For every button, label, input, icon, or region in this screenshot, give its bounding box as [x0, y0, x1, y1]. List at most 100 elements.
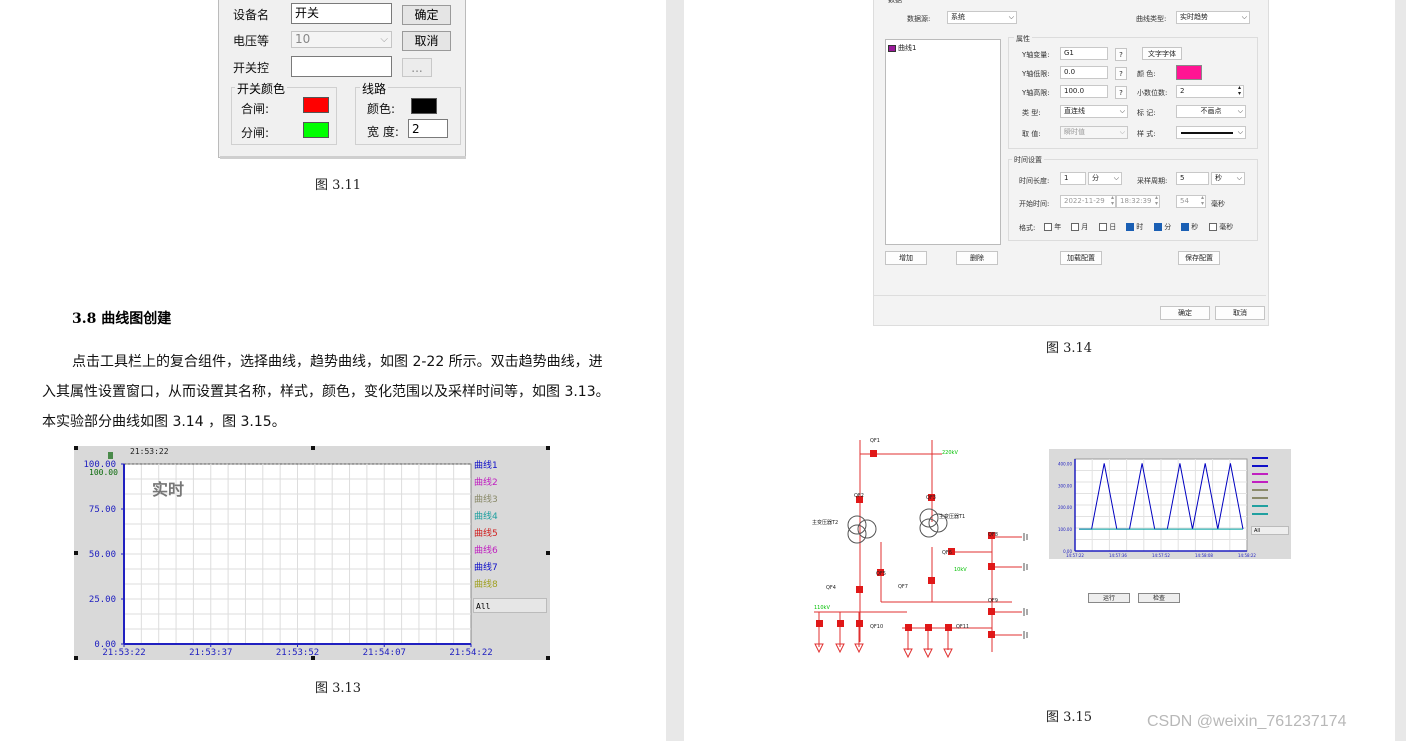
- curve-list[interactable]: 曲线1: [885, 39, 1001, 245]
- style-label: 样 式:: [1137, 130, 1156, 138]
- label-qf9: QF9: [988, 598, 998, 604]
- voltage-select[interactable]: 10 ⌵: [291, 31, 392, 48]
- open-color-swatch[interactable]: [303, 122, 329, 138]
- curve-type-select[interactable]: 实时趋势 ⌵: [1176, 11, 1250, 24]
- format-sec-checkbox[interactable]: 秒: [1181, 222, 1198, 232]
- type-select[interactable]: 直连线 ⌵: [1060, 105, 1128, 118]
- caption-3-13: 图 3.13: [315, 681, 362, 696]
- mini-legend-all-label: All: [1254, 528, 1261, 534]
- curve-list-item-label: 曲线1: [898, 44, 917, 52]
- curve-list-item[interactable]: 曲线1: [888, 43, 916, 53]
- run-button[interactable]: 运行: [1088, 593, 1130, 603]
- start-ms-input[interactable]: 54 ▴ ▾: [1176, 195, 1206, 208]
- mini-legend-swatch: [1252, 505, 1268, 507]
- take-value-label: 取 值:: [1022, 130, 1041, 138]
- line-style-select[interactable]: ⌵: [1176, 126, 1246, 139]
- y-low-input[interactable]: 0.0: [1060, 66, 1108, 79]
- paragraph-line-2: 入其属性设置窗口，从而设置其名称，样式，颜色，变化范围以及采样时间等，如图 3.…: [42, 384, 610, 400]
- y-low-help-button[interactable]: ?: [1115, 67, 1127, 80]
- label-qf10: QF10: [870, 624, 883, 630]
- chevron-down-icon: ⌵: [1113, 174, 1119, 182]
- data-source-select[interactable]: 系统 ⌵: [947, 11, 1017, 24]
- sample-unit-select[interactable]: 秒 ⌵: [1211, 172, 1245, 185]
- chevron-down-icon: ⌵: [1241, 13, 1247, 21]
- color-label: 颜 色:: [1137, 70, 1156, 78]
- label-qf11: QF11: [956, 624, 969, 630]
- start-date-input[interactable]: 2022-11-29 ▴ ▾: [1060, 195, 1116, 208]
- format-year-checkbox[interactable]: 年: [1044, 222, 1061, 232]
- mini-trend-chart-svg: 400.00300.00200.00100.000.0014:57:22 14:5…: [1058, 457, 1268, 558]
- format-min-checkbox[interactable]: 分: [1154, 222, 1171, 232]
- dialog-cancel-button[interactable]: 取消: [1215, 306, 1265, 320]
- legend-all-button[interactable]: All: [473, 598, 547, 613]
- save-config-button[interactable]: 保存配置: [1178, 251, 1220, 265]
- mini-y-tick-label: 400.00: [1058, 461, 1072, 466]
- take-value-select[interactable]: 瞬时值 ⌵: [1060, 126, 1128, 139]
- curve-color-marker: [888, 44, 896, 52]
- start-time-input[interactable]: 18:32:39 ▴ ▾: [1116, 195, 1160, 208]
- curve-settings-window: 数据 数据源: 系统 ⌵ 曲线类型: 实时趋势 ⌵ 曲线1 属性 Y轴变量: G…: [873, 0, 1269, 326]
- switch-color-group-title: 开关颜色: [235, 80, 288, 97]
- switch-control-input[interactable]: [291, 56, 392, 77]
- marker-select[interactable]: 不画点 ⌵: [1176, 105, 1246, 118]
- trend-chart-3-13[interactable]: 100.00 75.00 50.00 25.00 0.00 21:53:22 21:53:3…: [74, 446, 550, 660]
- mini-legend-swatch: [1252, 473, 1268, 475]
- sample-period-input[interactable]: 5: [1176, 172, 1209, 185]
- y-high-input[interactable]: 100.0: [1060, 85, 1108, 98]
- x-tick-label: 21:53:37: [189, 648, 232, 658]
- substation-diagram: QF1 QF2 QF3 QF4 QF5 QF6 QF7 QF8 QF9 QF10…: [812, 438, 1028, 659]
- mini-trend-chart[interactable]: 400.00 300.00 200.00 100.00 0.00 14:57:22 14:5…: [1049, 449, 1291, 559]
- legend-item: 曲线2: [474, 478, 498, 488]
- line-width-input[interactable]: 2: [408, 119, 448, 138]
- checkbox-sec: [1181, 223, 1189, 231]
- time-length-unit-select[interactable]: 分 ⌵: [1088, 172, 1122, 185]
- check-button[interactable]: 检查: [1138, 593, 1180, 603]
- mini-x-tick-label: 14:58:22: [1238, 553, 1256, 558]
- property-group-title: 属性: [1014, 34, 1032, 44]
- take-value-value: 瞬时值: [1064, 128, 1085, 136]
- format-day-checkbox[interactable]: 日: [1099, 222, 1116, 232]
- format-ms-label: 毫秒: [1219, 223, 1234, 231]
- load-config-button[interactable]: 加载配置: [1060, 251, 1102, 265]
- add-curve-button[interactable]: 增加: [885, 251, 927, 265]
- line-color-swatch[interactable]: [411, 98, 437, 114]
- closed-color-swatch[interactable]: [303, 97, 329, 113]
- ground-symbols: [1023, 533, 1028, 639]
- mini-legend-all[interactable]: All: [1251, 526, 1289, 535]
- type-value: 直连线: [1064, 107, 1085, 115]
- text-font-button[interactable]: 文字字体: [1142, 47, 1182, 60]
- load-arrows: [814, 643, 953, 659]
- ok-button[interactable]: 确定: [402, 5, 451, 25]
- document-page-right: 数据 数据源: 系统 ⌵ 曲线类型: 实时趋势 ⌵ 曲线1 属性 Y轴变量: G…: [684, 0, 1395, 741]
- format-label: 格式:: [1019, 224, 1036, 232]
- time-length-input[interactable]: 1: [1060, 172, 1086, 185]
- curve-color-swatch[interactable]: [1176, 65, 1202, 80]
- format-ms-checkbox[interactable]: 毫秒: [1209, 222, 1233, 232]
- legend-item: 曲线1: [474, 461, 498, 471]
- decimals-label: 小数位数:: [1137, 89, 1168, 97]
- cancel-button[interactable]: 取消: [402, 31, 451, 51]
- label-qf8: QF8: [988, 532, 998, 538]
- x-tick-label: 21:53:22: [102, 648, 145, 658]
- format-hour-checkbox[interactable]: 时: [1126, 222, 1143, 232]
- y-high-help-button[interactable]: ?: [1115, 86, 1127, 99]
- stepper-arrows-icon: ▴ ▾: [1154, 194, 1158, 207]
- y-var-help-button[interactable]: ?: [1115, 48, 1127, 61]
- y-tick-label: 50.00: [89, 550, 116, 560]
- chart-legend: 曲线1 曲线2 曲线3 曲线4 曲线5 曲线6 曲线7 曲线8: [474, 458, 548, 594]
- dialog-ok-button[interactable]: 确定: [1160, 306, 1210, 320]
- data-source-label: 数据源:: [907, 15, 931, 23]
- selection-handle: [311, 656, 315, 660]
- browse-button[interactable]: ...: [402, 58, 432, 77]
- diagram-labels: QF1 QF2 QF3 QF4 QF5 QF6 QF7 QF8 QF9 QF10…: [812, 438, 998, 630]
- selection-handle: [74, 446, 78, 450]
- format-month-checkbox[interactable]: 月: [1071, 222, 1088, 232]
- y-var-input[interactable]: G1: [1060, 47, 1108, 60]
- decimals-stepper[interactable]: 2 ▴ ▾: [1176, 85, 1244, 98]
- device-name-input[interactable]: 开关: [291, 3, 392, 24]
- delete-curve-button[interactable]: 删除: [956, 251, 998, 265]
- switch-control-label: 开关控: [233, 61, 270, 75]
- chevron-down-icon: ⌵: [380, 34, 388, 45]
- label-220kv: 220kV: [942, 450, 958, 456]
- mini-x-tick-label: 14:58:08: [1195, 553, 1213, 558]
